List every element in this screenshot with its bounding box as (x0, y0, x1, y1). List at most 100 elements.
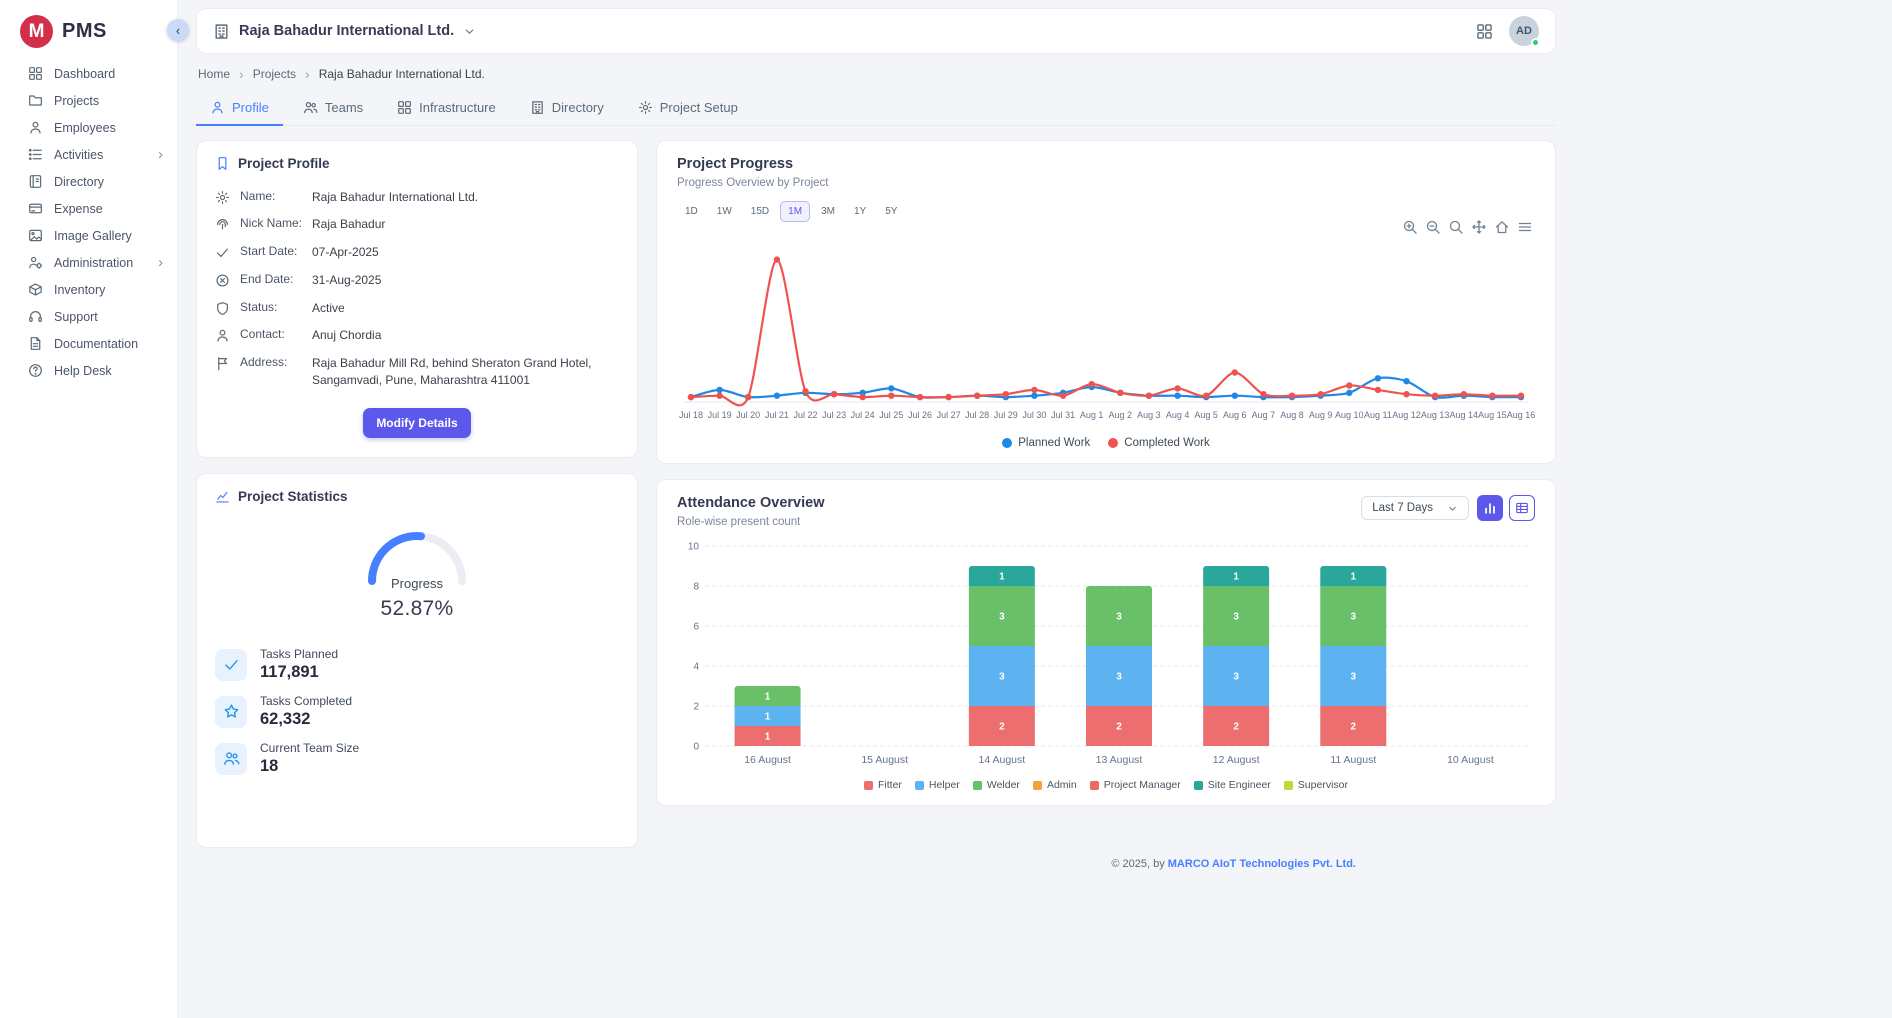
bar-chart-view-button[interactable] (1477, 495, 1503, 521)
user-icon (210, 100, 225, 115)
svg-text:Jul 26: Jul 26 (908, 410, 932, 420)
left-column: Project Profile Name:Raja Bahadur Intern… (196, 140, 638, 848)
svg-text:1: 1 (1233, 572, 1239, 583)
tab-directory[interactable]: Directory (516, 90, 618, 126)
line-chart-legend: Planned Work Completed Work (677, 437, 1535, 451)
content: Project Profile Name:Raja Bahadur Intern… (196, 140, 1556, 848)
breadcrumb-item-projects[interactable]: Projects (253, 67, 296, 81)
sidebar-item-activities[interactable]: Activities› (0, 141, 177, 168)
svg-text:Aug 8: Aug 8 (1280, 410, 1304, 420)
tab-label: Project Setup (660, 100, 738, 115)
svg-text:8: 8 (693, 582, 699, 593)
legend-item-admin[interactable]: Admin (1033, 779, 1077, 791)
directory-icon (28, 174, 43, 189)
date-range-select[interactable]: Last 7 Days (1361, 496, 1469, 520)
sidebar-item-label: Support (54, 310, 163, 324)
footer-company-link[interactable]: MARCO AIoT Technologies Pvt. Ltd. (1168, 858, 1356, 870)
tab-infrastructure[interactable]: Infrastructure (383, 90, 510, 126)
footer-copyright: © 2025, by (1111, 858, 1164, 870)
range-button-1w[interactable]: 1W (709, 201, 740, 222)
tab-teams[interactable]: Teams (289, 90, 377, 126)
svg-text:11 August: 11 August (1330, 754, 1376, 766)
breadcrumb-item-home[interactable]: Home (198, 67, 230, 81)
grid-icon (397, 100, 412, 115)
sidebar-item-employees[interactable]: Employees (0, 114, 177, 141)
range-button-3m[interactable]: 3M (813, 201, 843, 222)
field-value: Raja Bahadur Mill Rd, behind Sheraton Gr… (312, 355, 619, 389)
zoom-in-icon[interactable] (1402, 219, 1418, 235)
home-icon[interactable] (1494, 219, 1510, 235)
legend-item-fitter[interactable]: Fitter (864, 779, 902, 791)
sidebar-item-support[interactable]: Support (0, 303, 177, 330)
svg-text:3: 3 (1351, 672, 1357, 683)
tab-project-setup[interactable]: Project Setup (624, 90, 752, 126)
avatar[interactable]: AD (1509, 16, 1539, 46)
tab-profile[interactable]: Profile (196, 90, 283, 126)
svg-text:3: 3 (1233, 612, 1239, 623)
legend-item-supervisor[interactable]: Supervisor (1284, 779, 1348, 791)
tab-label: Profile (232, 100, 269, 115)
stat-tasks-planned: Tasks Planned117,891 (215, 647, 619, 682)
sidebar-item-projects[interactable]: Projects (0, 87, 177, 114)
progress-line-chart[interactable]: Jul 18Jul 19Jul 20Jul 21Jul 22Jul 23Jul … (677, 238, 1535, 431)
zoom-out-icon[interactable] (1425, 219, 1441, 235)
range-button-1d[interactable]: 1D (677, 201, 706, 222)
stat-rows: Tasks Planned117,891Tasks Completed62,33… (215, 647, 619, 832)
range-button-1m[interactable]: 1M (780, 201, 810, 222)
sidebar-item-image-gallery[interactable]: Image Gallery (0, 222, 177, 249)
legend-item-project-manager[interactable]: Project Manager (1090, 779, 1181, 791)
table-view-button[interactable] (1509, 495, 1535, 521)
modify-details-button[interactable]: Modify Details (363, 408, 470, 438)
company-selector[interactable]: Raja Bahadur International Ltd. (213, 23, 476, 40)
pan-icon[interactable] (1471, 219, 1487, 235)
svg-text:Aug 6: Aug 6 (1223, 410, 1247, 420)
profile-actions: Modify Details (215, 408, 619, 442)
attendance-bar-chart[interactable]: 024681011116 August15 August233114 Augus… (677, 536, 1535, 775)
sidebar-collapse-button[interactable]: ‹ (167, 19, 189, 41)
sidebar-item-expense[interactable]: Expense (0, 195, 177, 222)
sidebar-item-inventory[interactable]: Inventory (0, 276, 177, 303)
field-value: 31-Aug-2025 (312, 272, 619, 289)
stat-value: 18 (260, 757, 359, 776)
legend-item-helper[interactable]: Helper (915, 779, 960, 791)
range-button-15d[interactable]: 15D (743, 201, 777, 222)
breadcrumb-item-raja-bahadur-international-ltd[interactable]: Raja Bahadur International Ltd. (319, 67, 485, 81)
range-button-1y[interactable]: 1Y (846, 201, 874, 222)
menu-icon[interactable] (1517, 219, 1533, 235)
project-statistics-title: Project Statistics (238, 489, 348, 504)
legend-swatch (915, 781, 924, 790)
logo-text: PMS (62, 20, 107, 43)
sidebar-item-documentation[interactable]: Documentation (0, 330, 177, 357)
sidebar-item-label: Directory (54, 175, 163, 189)
field-value: Anuj Chordia (312, 327, 619, 344)
app-logo[interactable]: M PMS (0, 0, 177, 60)
check-icon (215, 245, 230, 260)
sidebar-item-directory[interactable]: Directory (0, 168, 177, 195)
svg-text:3: 3 (999, 612, 1005, 623)
legend-item-planned-work[interactable]: Planned Work (1002, 437, 1090, 449)
legend-label: Completed Work (1124, 437, 1209, 449)
field-label: Address: (240, 355, 302, 369)
svg-text:12 August: 12 August (1213, 754, 1260, 766)
svg-text:2: 2 (1351, 722, 1357, 733)
legend-item-completed-work[interactable]: Completed Work (1108, 437, 1209, 449)
sidebar-item-help-desk[interactable]: Help Desk (0, 357, 177, 384)
svg-text:Jul 28: Jul 28 (965, 410, 989, 420)
svg-text:Jul 22: Jul 22 (793, 410, 817, 420)
sidebar-item-dashboard[interactable]: Dashboard (0, 60, 177, 87)
legend-item-site-engineer[interactable]: Site Engineer (1194, 779, 1271, 791)
range-button-5y[interactable]: 5Y (877, 201, 905, 222)
svg-text:Aug 10: Aug 10 (1335, 410, 1364, 420)
help-icon (28, 363, 43, 378)
svg-text:10: 10 (688, 542, 700, 553)
svg-text:2: 2 (1233, 722, 1239, 733)
online-status-dot (1531, 38, 1540, 47)
star-icon (215, 696, 247, 728)
sidebar-item-administration[interactable]: Administration› (0, 249, 177, 276)
legend-item-welder[interactable]: Welder (973, 779, 1020, 791)
activities-icon (28, 147, 43, 162)
app-root: M PMS DashboardProjectsEmployeesActiviti… (0, 0, 1892, 1018)
apps-grid-icon[interactable] (1476, 23, 1493, 40)
breadcrumb-separator-icon: › (239, 67, 244, 81)
selection-zoom-icon[interactable] (1448, 219, 1464, 235)
